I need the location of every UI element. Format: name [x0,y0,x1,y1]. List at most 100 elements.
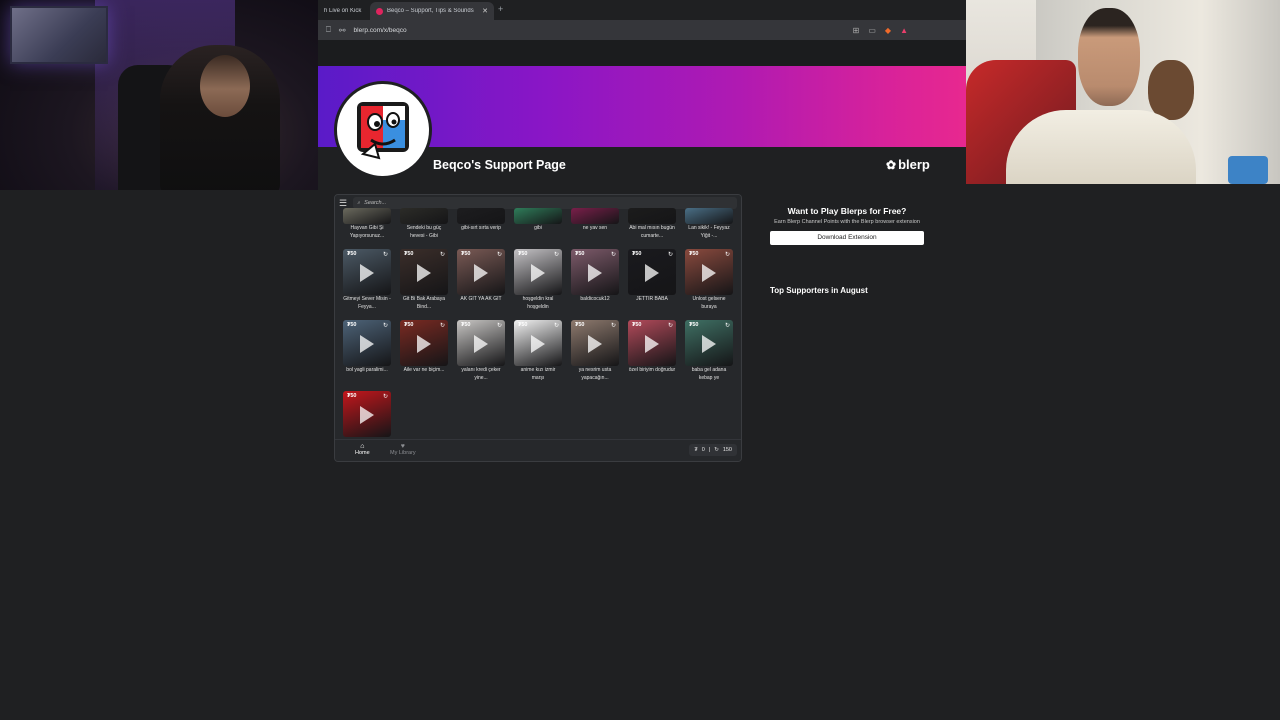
sound-thumbnail[interactable]: ₮50 ↻ [343,320,391,366]
sound-thumbnail[interactable]: ₮50 ↻ [514,320,562,366]
sound-tile[interactable]: ₮50 ↻ AK GİT YA AK GİT [457,249,505,312]
play-icon[interactable] [588,264,602,282]
sound-tile[interactable]: Lan sikik! - Feyyaz Yiğit -... [685,208,733,241]
blerp-widget: ☰ ⌕ Search... Hayvan Gibi Şi Yapıyorsunu… [334,194,742,462]
avatar [334,81,432,179]
play-icon[interactable] [360,406,374,424]
address-bar: ⎕ ⚯ blerp.com/x/beqco ⊞ ▭ ◆ ▲ [318,20,966,40]
blerp-favicon-icon [376,7,383,15]
play-icon[interactable] [702,335,716,353]
replay-icon: ↻ [610,323,616,329]
sound-thumbnail[interactable] [685,208,733,224]
tab-title: h Live on Kick [324,8,362,14]
bookmark-icon[interactable]: ⎕ [326,25,331,35]
sound-thumbnail[interactable]: ₮50 ↻ [571,249,619,295]
sound-tile[interactable]: Hayvan Gibi Şi Yapıyorsunuz... [343,208,391,241]
points-value: 0 [701,447,705,453]
sound-tile[interactable]: ₮50 ↻ Unlost gelsene buraya [685,249,733,312]
play-icon[interactable] [531,264,545,282]
translate-icon[interactable]: ⊞ [853,26,860,35]
sound-thumbnail[interactable]: ₮50 ↻ [343,249,391,295]
price-badge: ₮50 [518,251,528,257]
sound-tile[interactable]: gibi-sırt sırta verip [457,208,505,241]
play-icon[interactable] [645,264,659,282]
sound-thumbnail[interactable] [571,208,619,224]
nav-home[interactable]: ⌂ Home [355,443,370,456]
sound-thumbnail[interactable]: ₮50 ↻ [343,391,391,437]
close-icon[interactable]: ✕ [482,7,488,15]
price-badge: ₮50 [461,322,471,328]
replay-icon: ↻ [382,252,388,258]
brave-shield-icon[interactable]: ◆ [885,26,891,35]
url-field[interactable]: blerp.com/x/beqco [354,27,845,34]
sound-thumbnail[interactable]: ₮50 ↻ [400,320,448,366]
cast-icon[interactable]: ▭ [868,26,876,35]
webcam-left [0,0,318,190]
sound-tile[interactable]: ₮50 ↻ Gitmeyi Sever Misin - Feyya... [343,249,391,312]
nav-library-label: My Library [390,450,416,456]
play-icon[interactable] [417,264,431,282]
play-icon[interactable] [417,335,431,353]
blerp-logo-icon: ✿ [886,157,897,172]
sound-tile[interactable]: ne yav sen [571,208,619,241]
sound-tile[interactable]: ₮50 ↻ Git Bi Bak Arabaya Bind... [400,249,448,312]
sound-thumbnail[interactable]: ₮50 ↻ [457,249,505,295]
download-extension-button[interactable]: Download Extension [770,230,924,245]
nav-library[interactable]: ♥ My Library [390,443,416,456]
replay-icon: ↻ [724,323,730,329]
sound-thumbnail[interactable] [400,208,448,224]
sound-thumbnail[interactable]: ₮50 ↻ [457,320,505,366]
sound-tile[interactable]: ₮50 ↻ Aile var ne biçim... [400,320,448,383]
sound-thumbnail[interactable]: ₮50 ↻ [628,320,676,366]
sound-title: ya nesrim usta yapacağın... [578,367,612,381]
menu-icon[interactable]: ☰ [339,198,347,209]
tab-kick[interactable]: h Live on Kick [318,2,370,20]
sound-thumbnail[interactable] [514,208,562,224]
rewards-icon[interactable]: ▲ [900,26,908,35]
sound-thumbnail[interactable] [457,208,505,224]
stream-layout: h Live on Kick Beqco – Support, Tips & S… [0,0,1280,720]
sound-thumbnail[interactable]: ₮50 ↻ [514,249,562,295]
sound-tile[interactable]: ₮50 ↻ hoşgeldin kral hoşgeldin [514,249,562,312]
sound-tile[interactable]: ₮50 ↻ yalanı kredi çeker yine... [457,320,505,383]
sound-tile[interactable]: ₮50 ↻ baba gel adana kebap ye [685,320,733,383]
replay-icon: ↻ [382,323,388,329]
play-icon[interactable] [702,264,716,282]
sound-tile[interactable]: ₮50 ↻ JETTIR BABA [628,249,676,312]
balance-badge[interactable]: ₮ 0 | ↻ 150 [689,444,737,456]
sound-tile[interactable]: ₮50 ↻ bol yagli paralimi... [343,320,391,383]
sound-tile[interactable]: ₮50 ↻ ya nesrim usta yapacağın... [571,320,619,383]
sound-tile[interactable]: ₮50 ↻ baldicocuk12 [571,249,619,312]
tab-title: Beqco – Support, Tips & Sounds [387,8,474,14]
sound-tile[interactable]: gibi [514,208,562,241]
sound-thumbnail[interactable]: ₮50 ↻ [400,249,448,295]
site-info-icon[interactable]: ⚯ [339,26,346,35]
sound-title: Git Bi Bak Arabaya Bind... [403,296,445,310]
play-icon[interactable] [360,264,374,282]
sound-title: gibi-sırt sırta verip [461,225,501,231]
play-icon[interactable] [531,335,545,353]
play-icon[interactable] [474,264,488,282]
play-icon[interactable] [645,335,659,353]
sound-tile[interactable]: ₮50 ↻ özel biriyim doğrudur [628,320,676,383]
promo-title: Want to Play Blerps for Free? [787,206,907,216]
sound-thumbnail[interactable]: ₮50 ↻ [685,249,733,295]
sound-thumbnail[interactable]: ₮50 ↻ [571,320,619,366]
sound-tile[interactable]: ₮50 ↻ anime kızı izmir marşı [514,320,562,383]
price-badge: ₮50 [347,393,357,399]
sound-tile[interactable]: Sendeki bu güç hevesi - Gibi [400,208,448,241]
play-icon[interactable] [360,335,374,353]
bookmark-bar [318,40,966,66]
sound-thumbnail[interactable]: ₮50 ↻ [628,249,676,295]
tab-beqco[interactable]: Beqco – Support, Tips & Sounds ✕ [370,2,494,20]
new-tab-icon[interactable]: + [498,4,503,14]
blerp-logo[interactable]: ✿ blerp [886,157,930,172]
sound-thumbnail[interactable] [343,208,391,224]
sound-tile[interactable]: Abi mal mısın bugün cumarte... [628,208,676,241]
play-icon[interactable] [588,335,602,353]
play-icon[interactable] [474,335,488,353]
sound-title: gibi [534,225,542,231]
sound-thumbnail[interactable]: ₮50 ↻ [685,320,733,366]
sound-thumbnail[interactable] [628,208,676,224]
price-badge: ₮50 [347,322,357,328]
